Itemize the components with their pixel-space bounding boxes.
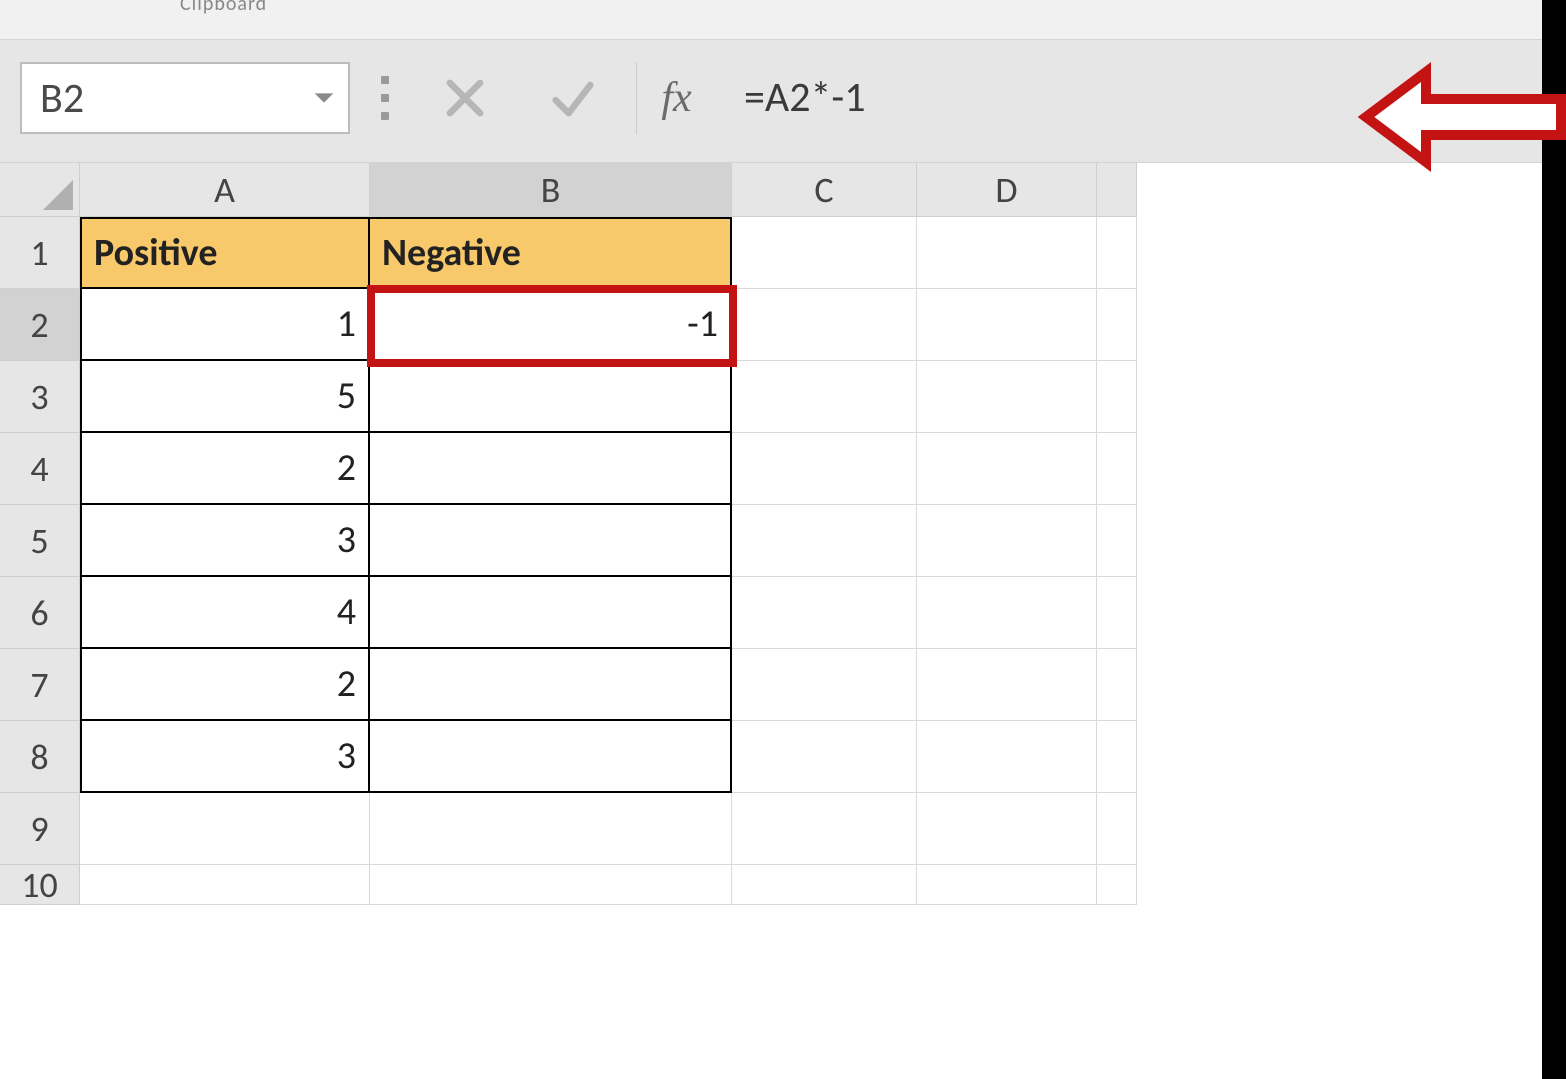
cell-B1[interactable]: Negative xyxy=(370,217,732,289)
cell-C1[interactable] xyxy=(732,217,917,289)
row-7: 7 2 xyxy=(0,649,1566,721)
cell-E3[interactable] xyxy=(1097,361,1137,433)
cell-A9[interactable] xyxy=(80,793,370,865)
cell-B10[interactable] xyxy=(370,865,732,905)
row-header-7[interactable]: 7 xyxy=(0,649,80,721)
cell-D8[interactable] xyxy=(917,721,1097,793)
col-header-D[interactable]: D xyxy=(917,163,1097,217)
col-header-A[interactable]: A xyxy=(80,163,370,217)
cell-B7[interactable] xyxy=(370,649,732,721)
row-header-5[interactable]: 5 xyxy=(0,505,80,577)
ribbon-group-label: Clipboard xyxy=(180,0,267,16)
cell-E7[interactable] xyxy=(1097,649,1137,721)
cell-A2[interactable]: 1 xyxy=(80,289,370,361)
cell-C10[interactable] xyxy=(732,865,917,905)
row-3: 3 5 xyxy=(0,361,1566,433)
cell-B8[interactable] xyxy=(370,721,732,793)
row-header-4[interactable]: 4 xyxy=(0,433,80,505)
cell-A7[interactable]: 2 xyxy=(80,649,370,721)
row-header-10[interactable]: 10 xyxy=(0,865,80,905)
accept-formula-button[interactable] xyxy=(528,62,618,134)
cell-C4[interactable] xyxy=(732,433,917,505)
column-headers-row: A B C D xyxy=(0,163,1566,217)
annotation-arrow-icon xyxy=(1356,62,1566,172)
cell-A3[interactable]: 5 xyxy=(80,361,370,433)
cell-A4[interactable]: 2 xyxy=(80,433,370,505)
name-box-dropdown-icon[interactable] xyxy=(310,84,338,112)
select-all-triangle[interactable] xyxy=(0,163,80,217)
cell-C9[interactable] xyxy=(732,793,917,865)
spreadsheet-grid: A B C D 1 Positive Negative 2 1 -1 3 5 xyxy=(0,163,1566,905)
cell-D3[interactable] xyxy=(917,361,1097,433)
cell-D1[interactable] xyxy=(917,217,1097,289)
cell-B3[interactable] xyxy=(370,361,732,433)
ribbon-fragment: Clipboard xyxy=(0,0,1566,40)
formula-bar: B2 fx =A2*-1 xyxy=(0,40,1566,163)
cell-C2[interactable] xyxy=(732,289,917,361)
cell-A10[interactable] xyxy=(80,865,370,905)
cell-C7[interactable] xyxy=(732,649,917,721)
row-4: 4 2 xyxy=(0,433,1566,505)
rows-container: 1 Positive Negative 2 1 -1 3 5 4 2 xyxy=(0,217,1566,905)
col-header-C[interactable]: C xyxy=(732,163,917,217)
cell-C6[interactable] xyxy=(732,577,917,649)
cell-A8[interactable]: 3 xyxy=(80,721,370,793)
cancel-formula-button[interactable] xyxy=(420,62,510,134)
fx-button[interactable]: fx xyxy=(636,62,716,134)
cell-D7[interactable] xyxy=(917,649,1097,721)
vertical-grip-icon xyxy=(368,76,402,120)
cell-D10[interactable] xyxy=(917,865,1097,905)
cell-E6[interactable] xyxy=(1097,577,1137,649)
row-2: 2 1 -1 xyxy=(0,289,1566,361)
cell-E8[interactable] xyxy=(1097,721,1137,793)
row-header-8[interactable]: 8 xyxy=(0,721,80,793)
name-box[interactable]: B2 xyxy=(20,62,350,134)
row-8: 8 3 xyxy=(0,721,1566,793)
cell-D6[interactable] xyxy=(917,577,1097,649)
row-9: 9 xyxy=(0,793,1566,865)
name-box-value: B2 xyxy=(40,73,84,124)
cell-C8[interactable] xyxy=(732,721,917,793)
cell-D2[interactable] xyxy=(917,289,1097,361)
cell-C3[interactable] xyxy=(732,361,917,433)
row-1: 1 Positive Negative xyxy=(0,217,1566,289)
row-header-6[interactable]: 6 xyxy=(0,577,80,649)
cell-E1[interactable] xyxy=(1097,217,1137,289)
cell-B6[interactable] xyxy=(370,577,732,649)
row-5: 5 3 xyxy=(0,505,1566,577)
cell-E2[interactable] xyxy=(1097,289,1137,361)
row-header-1[interactable]: 1 xyxy=(0,217,80,289)
cell-C5[interactable] xyxy=(732,505,917,577)
cell-B5[interactable] xyxy=(370,505,732,577)
col-header-next[interactable] xyxy=(1097,163,1137,217)
cell-A5[interactable]: 3 xyxy=(80,505,370,577)
cell-E9[interactable] xyxy=(1097,793,1137,865)
cell-E10[interactable] xyxy=(1097,865,1137,905)
cell-B4[interactable] xyxy=(370,433,732,505)
cell-D5[interactable] xyxy=(917,505,1097,577)
row-header-3[interactable]: 3 xyxy=(0,361,80,433)
cell-D9[interactable] xyxy=(917,793,1097,865)
cell-A6[interactable]: 4 xyxy=(80,577,370,649)
row-header-9[interactable]: 9 xyxy=(0,793,80,865)
col-header-B[interactable]: B xyxy=(370,163,732,217)
row-10: 10 xyxy=(0,865,1566,905)
row-6: 6 4 xyxy=(0,577,1566,649)
cell-E5[interactable] xyxy=(1097,505,1137,577)
row-header-2[interactable]: 2 xyxy=(0,289,80,361)
cell-B2[interactable]: -1 xyxy=(370,289,732,361)
cell-A1[interactable]: Positive xyxy=(80,217,370,289)
cell-E4[interactable] xyxy=(1097,433,1137,505)
cell-D4[interactable] xyxy=(917,433,1097,505)
cell-B9[interactable] xyxy=(370,793,732,865)
